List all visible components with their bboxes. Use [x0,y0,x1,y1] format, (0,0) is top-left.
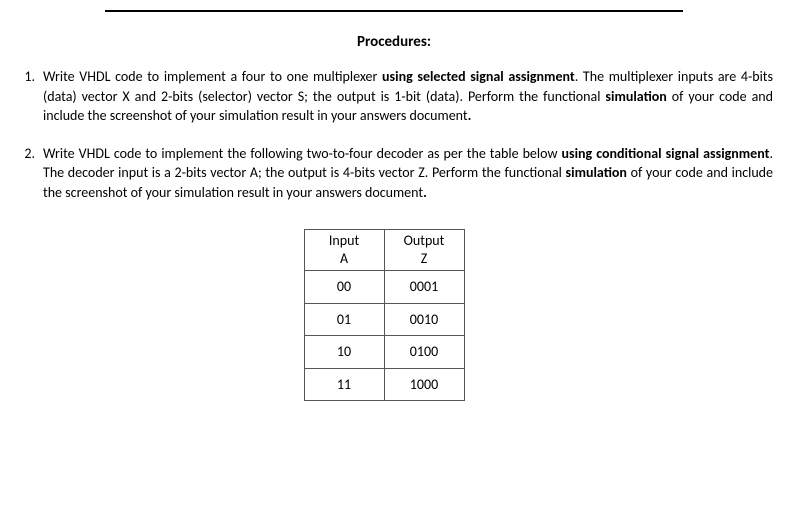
horizontal-rule [105,10,683,12]
table-row: 00 0001 [304,270,464,303]
table-header-cell: Output Z [384,229,464,270]
item-text: Write VHDL code to implement the followi… [43,144,773,203]
list-item: 2. Write VHDL code to implement the foll… [15,144,773,203]
table-cell: 0100 [384,336,464,369]
item-text: Write VHDL code to implement a four to o… [43,67,773,126]
table-cell: 1000 [384,368,464,401]
item-number: 1. [15,67,43,126]
item-number: 2. [15,144,43,203]
col-subheader: A [340,250,348,267]
text-bold: using conditional signal assignment [561,145,769,162]
table-header-row: Input A Output Z [304,229,464,270]
col-header: Output [404,232,445,249]
text-bold: simulation [566,164,627,181]
table-header-cell: Input A [304,229,384,270]
procedure-list: 1. Write VHDL code to implement a four t… [15,67,773,203]
table-row: 01 0010 [304,303,464,336]
col-header: Input [329,232,359,249]
table-row: 10 0100 [304,336,464,369]
text-bold: using selected signal assignment [382,68,575,85]
text-bold: . [468,107,472,124]
section-heading: Procedures: [15,32,773,53]
text-bold: simulation [605,88,666,105]
table-cell: 11 [304,368,384,401]
table-cell: 0001 [384,270,464,303]
table-cell: 00 [304,270,384,303]
table-wrapper: Input A Output Z 00 0001 01 0010 10 0100… [0,221,773,402]
col-subheader: Z [421,250,428,267]
table-cell: 10 [304,336,384,369]
truth-table: Input A Output Z 00 0001 01 0010 10 0100… [304,229,465,402]
text-bold: . [423,184,427,201]
table-cell: 01 [304,303,384,336]
list-item: 1. Write VHDL code to implement a four t… [15,67,773,126]
text-segment: Write VHDL code to implement a four to o… [43,68,382,85]
table-row: 11 1000 [304,368,464,401]
table-cell: 0010 [384,303,464,336]
text-segment: Write VHDL code to implement the followi… [43,145,561,162]
